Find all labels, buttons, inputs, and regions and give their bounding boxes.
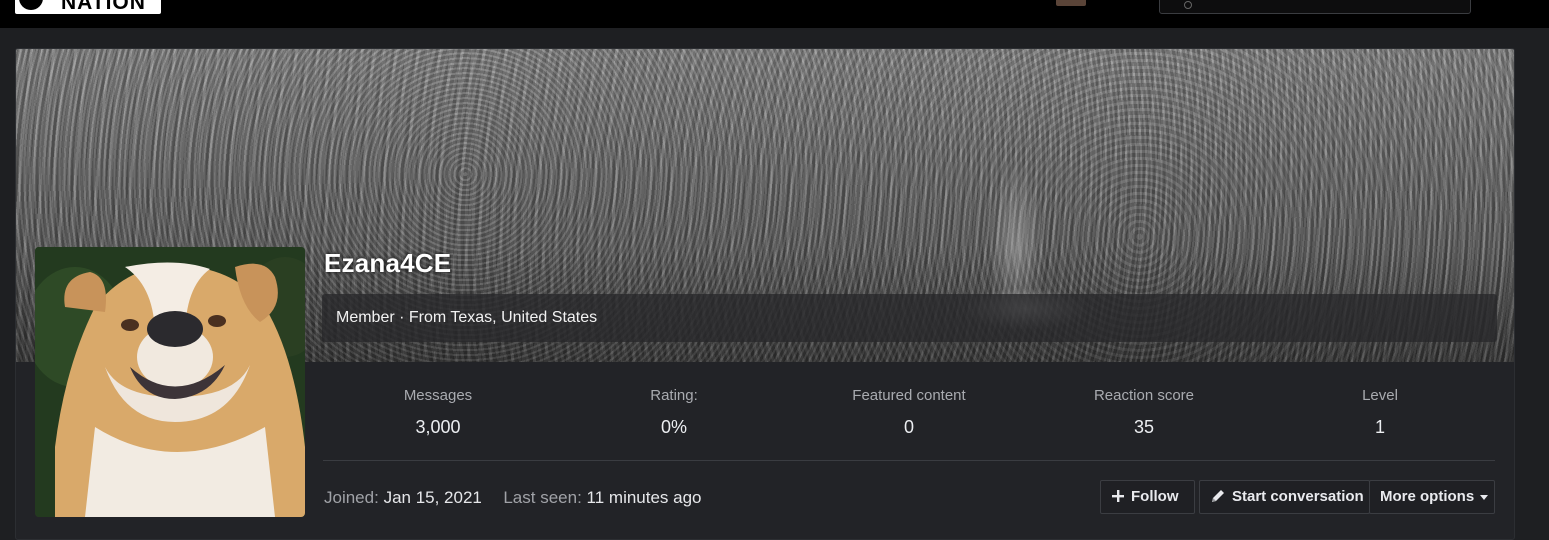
profile-username: Ezana4CE: [324, 248, 452, 278]
stat-rating[interactable]: Rating: 0%: [556, 386, 792, 438]
logo-mark: [19, 0, 43, 10]
top-navigation-bar: NATION: [0, 0, 1549, 28]
stat-label: Featured content: [852, 387, 966, 404]
stat-messages[interactable]: Messages 3,000: [320, 386, 556, 438]
joined-date: Jan 15, 2021: [383, 488, 482, 507]
stats-divider: [323, 460, 1495, 461]
stat-reaction-score[interactable]: Reaction score 35: [1026, 386, 1262, 438]
profile-stats: Messages 3,000 Rating: 0% Featured conte…: [320, 386, 1500, 446]
bulldog-avatar-image: [35, 247, 305, 517]
follow-label: Follow: [1131, 488, 1179, 505]
last-seen-time[interactable]: 11 minutes ago: [587, 488, 702, 507]
nav-user-avatar[interactable]: [1056, 0, 1086, 6]
more-options-label: More options: [1380, 488, 1475, 505]
stat-level[interactable]: Level 1: [1262, 386, 1498, 438]
logo-text: NATION: [61, 0, 146, 14]
profile-footer-info: Joined: Jan 15, 2021 Last seen: 11 minut…: [324, 488, 702, 508]
member-title-location: Member · From Texas, United States: [336, 309, 598, 326]
follow-button[interactable]: Follow: [1100, 480, 1195, 514]
search-input[interactable]: [1159, 0, 1471, 14]
stat-label: Reaction score: [1093, 387, 1195, 404]
stat-label: Rating:: [650, 387, 698, 404]
stat-value: 3,000: [415, 417, 461, 437]
start-conversation-label: Start conversation: [1232, 488, 1364, 505]
more-options-button[interactable]: More options: [1369, 480, 1495, 514]
stat-featured-content[interactable]: Featured content 0: [791, 386, 1027, 438]
search-icon: [1184, 1, 1192, 9]
stat-value: 0: [903, 417, 914, 437]
stat-value: 35: [1133, 417, 1155, 437]
pencil-icon: [1212, 489, 1224, 502]
start-conversation-button[interactable]: Start conversation: [1199, 480, 1370, 514]
profile-avatar[interactable]: [35, 247, 305, 517]
plus-icon: [1112, 489, 1124, 502]
stat-label: Messages: [403, 387, 473, 404]
site-logo[interactable]: NATION: [15, 0, 161, 14]
last-seen-label: Last seen:: [503, 488, 582, 507]
joined-label: Joined:: [324, 488, 379, 507]
stat-label: Level: [1362, 387, 1398, 404]
stat-value: 1: [1374, 417, 1385, 437]
stat-value: 0%: [660, 417, 687, 437]
caret-down-icon: [1480, 494, 1489, 500]
